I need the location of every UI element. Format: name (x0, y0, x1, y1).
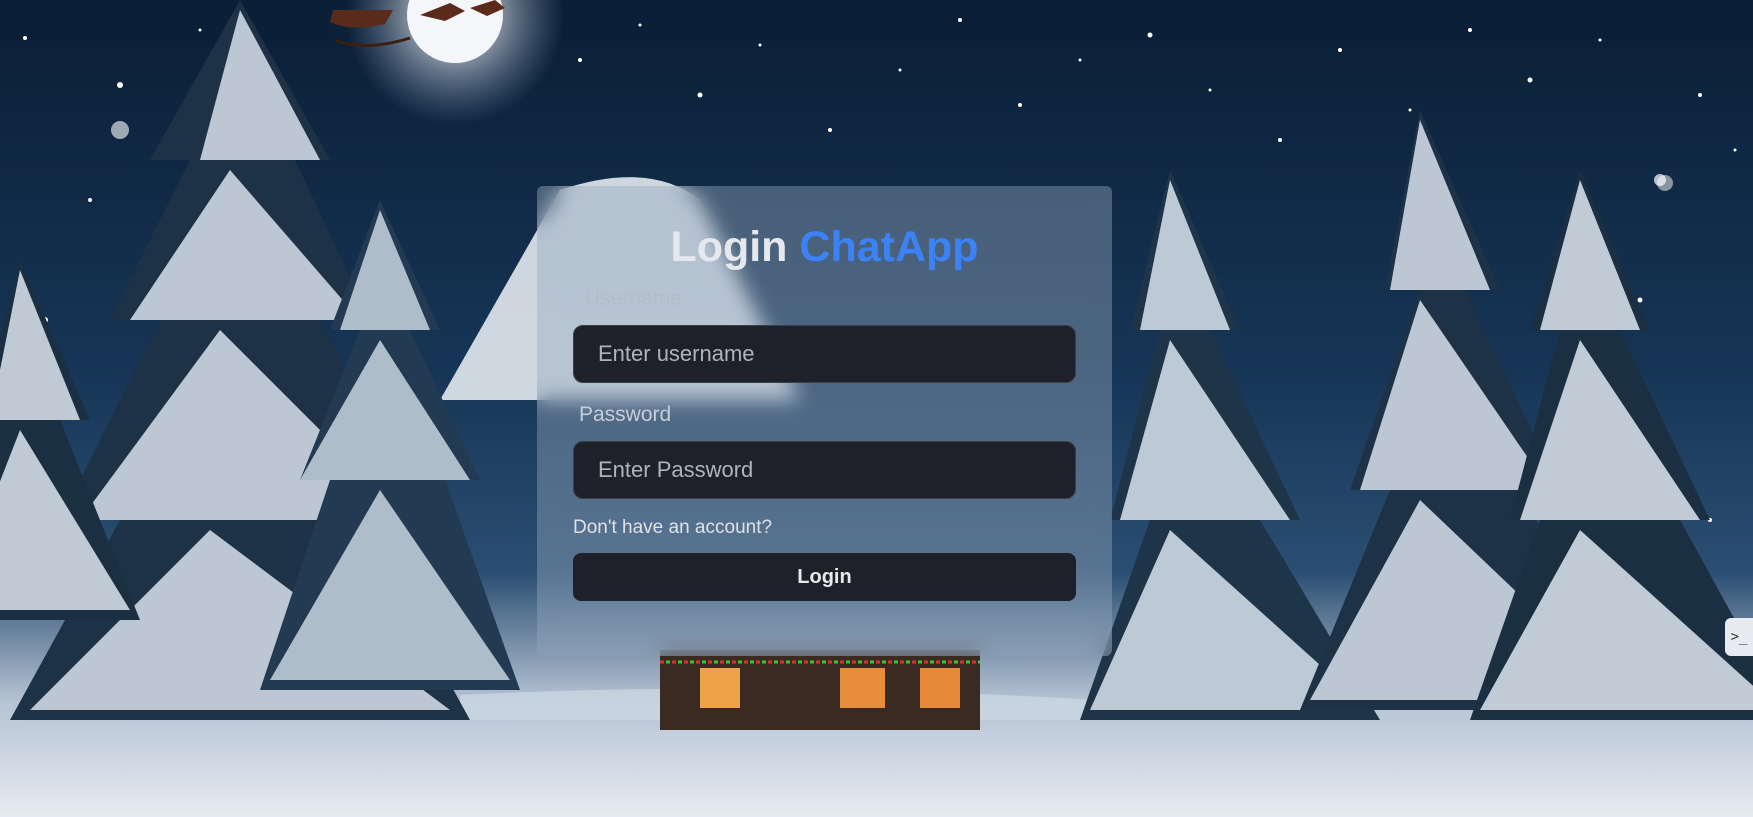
signup-link[interactable]: Don't have an account? (573, 517, 772, 539)
snowy-pine-trees-right (1080, 110, 1753, 720)
username-label: Username (585, 287, 682, 310)
cabin (660, 650, 980, 730)
login-button[interactable]: Login (573, 553, 1076, 601)
brand-name: ChatApp (799, 223, 979, 271)
login-title-main: Login (670, 223, 788, 271)
username-input[interactable] (573, 325, 1076, 383)
winter-night-background: Login ChatApp Username Password Don't ha… (0, 0, 1753, 817)
login-title: Login ChatApp (573, 226, 1076, 269)
login-card: Login ChatApp Username Password Don't ha… (537, 186, 1112, 656)
password-input[interactable] (573, 441, 1076, 499)
password-label: Password (579, 403, 672, 426)
terminal-icon[interactable]: >_ (1725, 618, 1753, 656)
